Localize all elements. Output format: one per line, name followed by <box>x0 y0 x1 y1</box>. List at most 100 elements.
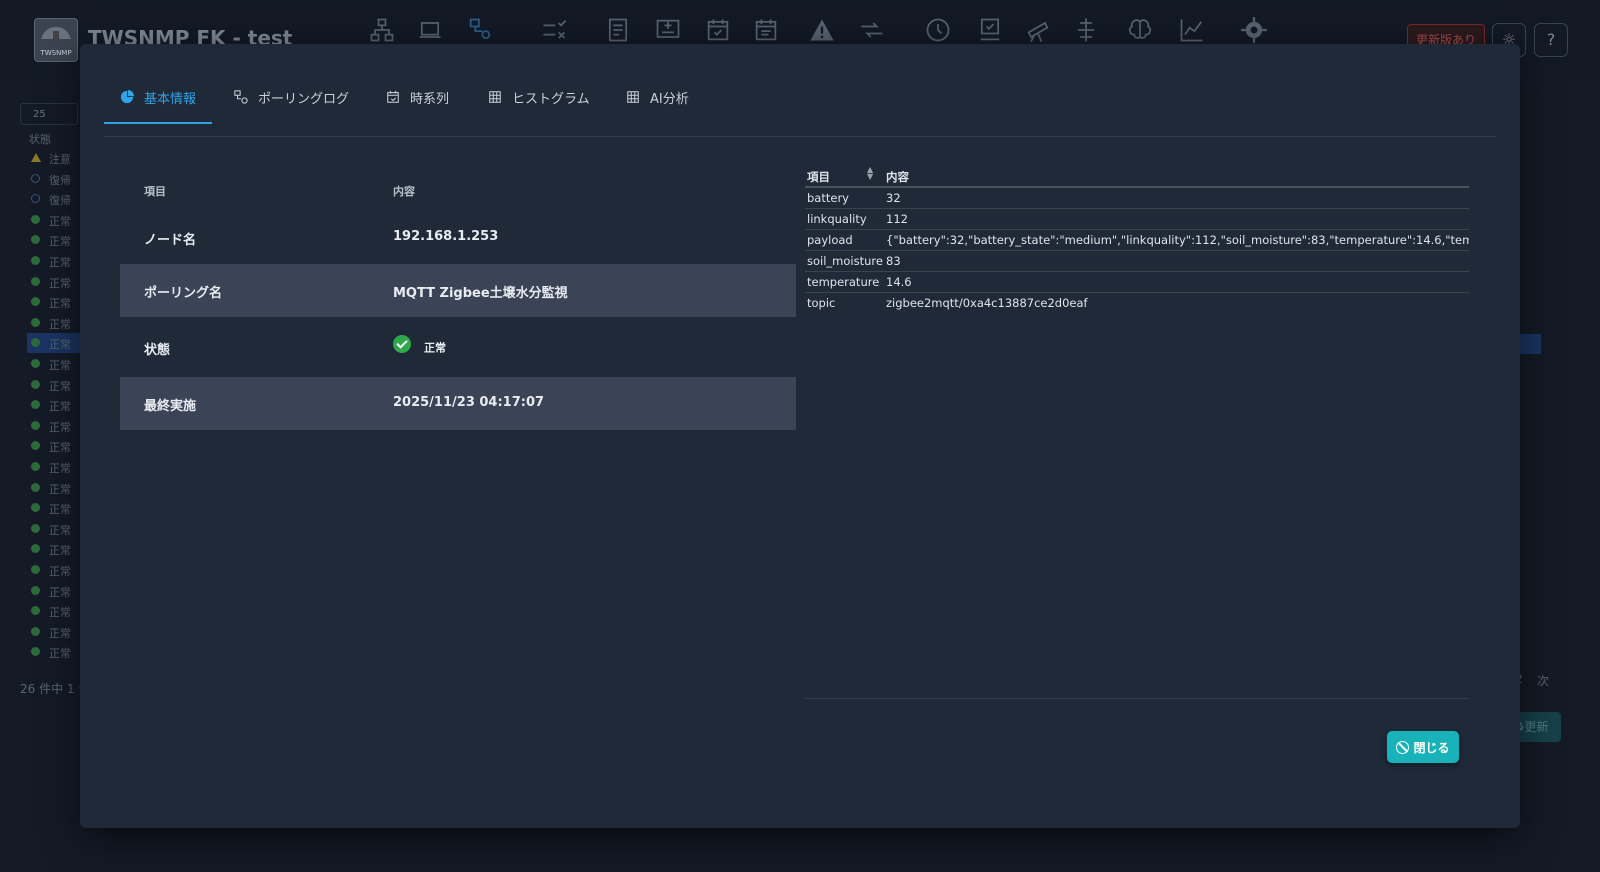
polling-name-value: MQTT Zigbee土壌水分監視 <box>393 286 568 301</box>
transfer-icon[interactable] <box>858 16 888 46</box>
table-row[interactable]: 復帰 <box>27 189 82 209</box>
check-circle-icon <box>31 317 40 327</box>
table-row[interactable]: battery 32 <box>805 188 1469 209</box>
table-row[interactable]: 正常 <box>27 539 82 559</box>
node-name-value: 192.168.1.253 <box>393 229 499 244</box>
check-circle-icon <box>31 359 40 368</box>
check-circle-icon <box>31 214 40 224</box>
polling-data-table: 項目 ▲ ▼ 内容 battery 32 linkquality 112 payloa… <box>805 166 1469 313</box>
table-row[interactable]: 正常 <box>27 457 82 477</box>
table-row[interactable]: 注意 <box>27 148 82 168</box>
column-content-header[interactable]: 内容 <box>886 169 909 185</box>
table-row[interactable]: 正常 <box>27 581 82 601</box>
table-row[interactable]: 正常 <box>27 642 82 662</box>
table-row[interactable]: topic zigbee2mqtt/0xa4c13887ce2d0eaf <box>805 293 1469 313</box>
check-circle-icon <box>31 585 40 595</box>
table-row[interactable]: 正常 <box>27 601 82 621</box>
laptop-icon[interactable] <box>416 16 446 46</box>
table-icon <box>626 90 640 104</box>
report-icon[interactable] <box>604 16 634 46</box>
table-row[interactable]: 正常 <box>27 375 82 395</box>
check-circle-icon <box>31 400 40 410</box>
calendar-list-icon[interactable] <box>752 16 782 46</box>
row-polling-name: ポーリング名 MQTT Zigbee土壌水分監視 <box>120 264 796 317</box>
recovery-icon <box>31 194 40 204</box>
table-row[interactable]: 正常 <box>27 395 82 415</box>
table-row[interactable]: 正常 <box>27 560 82 580</box>
check-circle-icon <box>31 276 40 286</box>
monitor-check-icon[interactable] <box>976 16 1006 46</box>
check-circle-icon <box>31 379 40 389</box>
header-content: 内容 <box>393 185 415 198</box>
next-page-link[interactable]: 次 <box>1537 672 1549 689</box>
tab-polling-log[interactable]: ポーリングログ <box>234 72 349 122</box>
check-circle-icon <box>31 297 40 307</box>
table-row[interactable]: linkquality 112 <box>805 209 1469 230</box>
check-circle-icon <box>393 335 411 353</box>
check-circle-icon <box>31 647 40 657</box>
line-chart-icon[interactable] <box>1178 16 1208 46</box>
data-table-header: 項目 ▲ ▼ 内容 <box>805 166 1469 188</box>
polling-log-icon <box>234 90 248 104</box>
check-circle-icon <box>31 338 40 348</box>
table-row[interactable]: 正常 <box>27 313 82 333</box>
tab-basic-info[interactable]: 基本情報 <box>104 72 213 124</box>
page-size-select[interactable]: 25 <box>20 103 78 125</box>
row-node-name: ノード名 192.168.1.253 <box>144 229 499 248</box>
tab-ai-analysis[interactable]: AI分析 <box>626 72 689 122</box>
table-row[interactable]: 正常 <box>27 333 82 354</box>
pie-chart-icon <box>120 90 134 104</box>
telescope-icon[interactable] <box>1024 16 1054 46</box>
polling-icon[interactable] <box>466 16 496 46</box>
polling-detail-dialog: 基本情報 ポーリングログ 時系列 ヒストグラム AI分析 項目 内容 ノード名 … <box>80 44 1520 828</box>
table-row[interactable]: 正常 <box>27 498 82 518</box>
tab-time-series[interactable]: 時系列 <box>386 72 449 122</box>
tab-histogram[interactable]: ヒストグラム <box>488 72 590 122</box>
table-row[interactable]: 正常 <box>27 478 82 498</box>
warning-icon[interactable] <box>808 16 838 46</box>
check-circle-icon <box>31 420 40 430</box>
device-icon[interactable] <box>654 16 684 46</box>
table-row[interactable]: payload {"battery":32,"battery_state":"me… <box>805 230 1469 251</box>
close-button[interactable]: 閉じる <box>1387 731 1459 763</box>
table-row[interactable]: temperature 14.6 <box>805 272 1469 293</box>
status-column-header[interactable]: 状態 <box>29 131 51 147</box>
history-icon[interactable] <box>924 16 954 46</box>
checklist-icon[interactable] <box>540 16 570 46</box>
table-row[interactable]: 正常 <box>27 251 82 271</box>
table-row[interactable]: soil_moisture 83 <box>805 251 1469 272</box>
table-row[interactable]: 正常 <box>27 210 82 230</box>
network-map-icon[interactable] <box>368 16 398 46</box>
gear-icon[interactable] <box>1240 16 1270 46</box>
last-run-value: 2025/11/23 04:17:07 <box>393 395 545 410</box>
table-row[interactable]: 正常 <box>27 272 82 292</box>
calendar-check-icon[interactable] <box>704 16 734 46</box>
sort-icon[interactable]: ▲ ▼ <box>867 166 873 181</box>
table-divider <box>805 698 1469 699</box>
check-circle-icon <box>31 523 40 533</box>
warning-icon <box>31 153 41 162</box>
align-icon[interactable] <box>1072 16 1102 46</box>
table-row[interactable]: 正常 <box>27 416 82 436</box>
table-row[interactable]: 正常 <box>27 354 82 374</box>
table-icon <box>488 90 502 104</box>
column-item-header[interactable]: 項目 <box>807 169 830 185</box>
table-row[interactable]: 正常 <box>27 622 82 642</box>
header-item: 項目 <box>144 185 166 198</box>
table-row[interactable]: 正常 <box>27 519 82 539</box>
table-row[interactable]: 復帰 <box>27 169 82 189</box>
table-row[interactable]: 正常 <box>27 230 82 250</box>
logo-text: TWSNMP <box>40 49 72 57</box>
help-icon[interactable]: ? <box>1534 23 1568 57</box>
check-circle-icon <box>31 462 40 471</box>
brain-icon[interactable] <box>1126 16 1156 46</box>
ban-icon <box>1396 740 1410 754</box>
basic-info-table: 項目 内容 ノード名 192.168.1.253 ポーリング名 MQTT Zig… <box>120 169 796 430</box>
check-circle-icon <box>31 544 40 554</box>
table-row[interactable]: 正常 <box>27 436 82 456</box>
table-row[interactable]: 正常 <box>27 292 82 312</box>
check-circle-icon <box>31 606 40 616</box>
check-circle-icon <box>31 626 40 636</box>
state-value: 正常 <box>424 341 446 355</box>
check-circle-icon <box>31 503 40 513</box>
